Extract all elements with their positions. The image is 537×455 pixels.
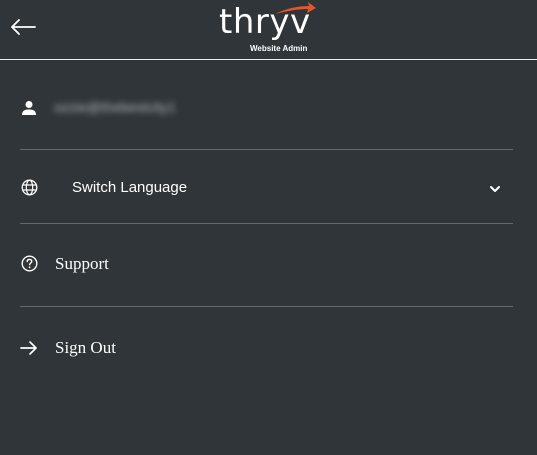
back-button[interactable] <box>6 12 40 42</box>
help-circle-icon <box>20 254 38 272</box>
globe-icon <box>20 178 38 196</box>
sign-out-link[interactable]: Sign Out <box>55 338 116 358</box>
user-email: ozzie@thebestcity1 <box>54 99 176 115</box>
arrow-left-icon <box>11 19 36 35</box>
brand-subtitle: Website Admin <box>250 44 308 53</box>
arrow-right-icon <box>20 339 38 357</box>
language-select[interactable]: Switch Language <box>56 169 511 207</box>
account-menu: ozzie@thebestcity1 Switch Language Suppo… <box>20 68 513 390</box>
chevron-down-icon <box>487 181 503 197</box>
user-row: ozzie@thebestcity1 <box>20 68 513 150</box>
brand-swoosh-icon <box>275 2 316 14</box>
brand-logo: thryv Website Admin <box>217 2 317 56</box>
support-link[interactable]: Support <box>55 254 109 274</box>
person-icon <box>20 99 38 117</box>
support-row[interactable]: Support <box>20 224 513 307</box>
sign-out-row[interactable]: Sign Out <box>20 307 513 390</box>
language-select-label: Switch Language <box>72 179 188 196</box>
header: thryv Website Admin <box>0 0 537 60</box>
switch-language-row: Switch Language <box>20 150 513 224</box>
